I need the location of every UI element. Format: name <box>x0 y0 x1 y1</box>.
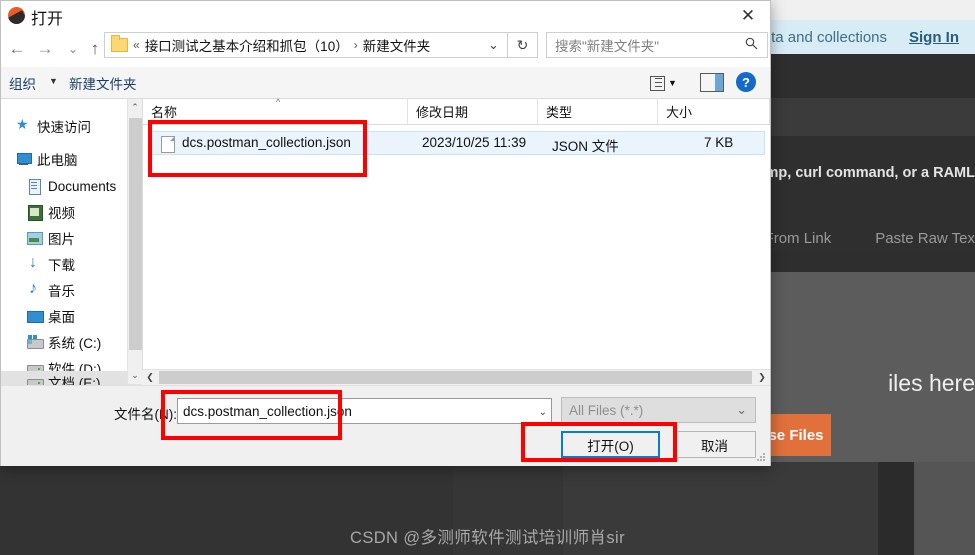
star-icon <box>15 116 32 134</box>
cell-date-modified: 2023/10/25 11:39 <box>422 135 527 150</box>
table-row[interactable]: dcs.postman_collection.json 2023/10/25 1… <box>148 131 765 155</box>
navigation-pane: 快速访问此电脑Documents视频图片下载音乐桌面系统 (C:)软件 (D:)… <box>1 99 166 393</box>
search-input[interactable]: 搜索"新建文件夹" <box>555 35 659 55</box>
preview-pane-icon[interactable] <box>700 73 724 92</box>
search-icon <box>745 37 758 53</box>
breadcrumb-folder-1[interactable]: 接口测试之基本介绍和抓包（10） <box>145 35 349 55</box>
folder-icon <box>111 35 128 52</box>
dialog-title: 打开 <box>31 11 64 28</box>
help-icon[interactable]: ? <box>736 72 756 92</box>
pictures-icon <box>26 231 43 246</box>
address-overflow-icon[interactable]: « <box>133 38 140 52</box>
scroll-up-icon[interactable]: ⌃ <box>128 99 142 116</box>
paste-raw-text-tab[interactable]: Paste Raw Tex <box>875 230 975 247</box>
navpane-item-label: 快速访问 <box>37 120 91 135</box>
address-chevron-down-icon[interactable]: ⌄ <box>479 32 508 58</box>
navpane-item-label: 视频 <box>48 206 75 221</box>
chevron-down-icon[interactable]: ⌄ <box>736 402 747 418</box>
drive-icon <box>26 334 44 350</box>
organize-button[interactable]: 组织 <box>9 73 36 93</box>
cancel-button[interactable]: 取消 <box>673 431 756 458</box>
filename-label: 文件名(N): <box>114 407 177 422</box>
navpane-item-label: 系统 (C:) <box>48 336 102 351</box>
dialog-titlebar: 打开 ✕ <box>1 1 770 31</box>
address-bar[interactable]: « 接口测试之基本介绍和抓包（10） › 新建文件夹 <box>104 32 508 58</box>
list-view-icon <box>650 75 665 91</box>
column-headers: 名称 修改日期 类型 大小 <box>143 99 770 125</box>
navpane-item-label: 此电脑 <box>37 153 78 168</box>
forward-icon[interactable]: → <box>31 31 59 67</box>
file-list-horizontal-scrollbar[interactable]: ❮ ❯ <box>142 369 770 385</box>
column-header-1[interactable]: 修改日期 <box>408 99 538 124</box>
csdn-watermark: CSDN @多测师软件测试培训师肖sir <box>350 529 625 547</box>
file-list-area: 名称 修改日期 类型 大小 ^ dcs.postman_collection.json… <box>142 97 770 384</box>
cell-size: 7 KB <box>704 135 734 150</box>
file-type-filter-value: All Files (*.*) <box>569 402 644 418</box>
sort-indicator-icon: ^ <box>276 97 281 107</box>
navpane-item-label: 下载 <box>48 258 75 273</box>
refresh-icon[interactable]: ↻ <box>508 32 538 58</box>
new-folder-button[interactable]: 新建文件夹 <box>69 73 137 93</box>
desktop-icon <box>26 309 44 324</box>
documents-icon <box>26 178 43 195</box>
column-header-2[interactable]: 类型 <box>538 99 658 124</box>
scrollbar-thumb[interactable] <box>129 118 142 350</box>
breadcrumb-separator: › <box>353 38 358 52</box>
filename-input[interactable]: dcs.postman_collection.json ⌄ <box>177 398 552 424</box>
back-icon[interactable]: ← <box>3 31 31 67</box>
banner-text: ta and collections <box>771 28 887 46</box>
breadcrumb-folder-2[interactable]: 新建文件夹 <box>363 35 431 55</box>
videos-icon <box>26 204 43 221</box>
chevron-down-icon[interactable]: ▼ <box>668 78 677 88</box>
music-icon <box>26 280 43 298</box>
open-button[interactable]: 打开(O) <box>561 431 660 458</box>
computer-icon <box>15 152 32 167</box>
json-file-icon <box>161 136 175 153</box>
scroll-down-icon[interactable]: ⌄ <box>128 367 142 384</box>
cell-type: JSON 文件 <box>552 139 619 154</box>
navpane-item-label: 音乐 <box>48 284 75 299</box>
search-box[interactable]: 搜索"新建文件夹" <box>546 32 768 58</box>
navpane-scrollbar[interactable]: ⌃ ⌄ <box>127 99 142 384</box>
navpane-item-label: Documents <box>48 178 117 194</box>
file-type-filter-select[interactable]: All Files (*.*) ⌄ <box>561 397 756 423</box>
downloads-icon <box>26 254 43 272</box>
resize-grip-icon[interactable] <box>757 453 766 462</box>
change-view-button[interactable]: ▼ <box>650 72 686 94</box>
scroll-right-icon[interactable]: ❯ <box>754 370 770 385</box>
choose-files-button[interactable]: se Files <box>761 414 831 456</box>
scroll-left-icon[interactable]: ❮ <box>142 370 158 385</box>
navpane-item-label: 桌面 <box>48 310 75 325</box>
open-file-dialog: 打开 ✕ ← → ⌄ ↑ « 接口测试之基本介绍和抓包（10） › 新建文件夹 … <box>0 0 771 466</box>
close-icon[interactable]: ✕ <box>726 1 770 31</box>
dialog-toolbar: 组织 ▼ 新建文件夹 ▼ ? <box>1 67 770 99</box>
sign-in-link[interactable]: Sign In <box>909 29 959 46</box>
organize-caret-icon[interactable]: ▼ <box>49 76 58 86</box>
cell-name: dcs.postman_collection.json <box>182 135 351 150</box>
hscrollbar-thumb[interactable] <box>159 371 752 384</box>
postman-icon <box>8 7 25 24</box>
navpane-item-label: 图片 <box>48 232 75 247</box>
filename-value: dcs.postman_collection.json <box>183 403 352 419</box>
column-header-3[interactable]: 大小 <box>658 99 770 124</box>
filename-chevron-down-icon[interactable]: ⌄ <box>539 407 547 418</box>
